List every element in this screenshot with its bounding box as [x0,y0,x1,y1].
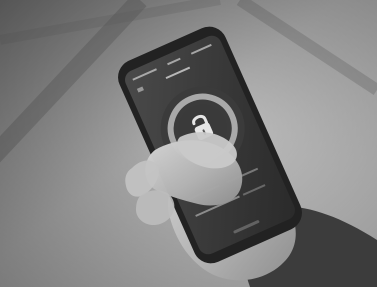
photo-scene [0,0,377,287]
scene-svg [0,0,377,287]
